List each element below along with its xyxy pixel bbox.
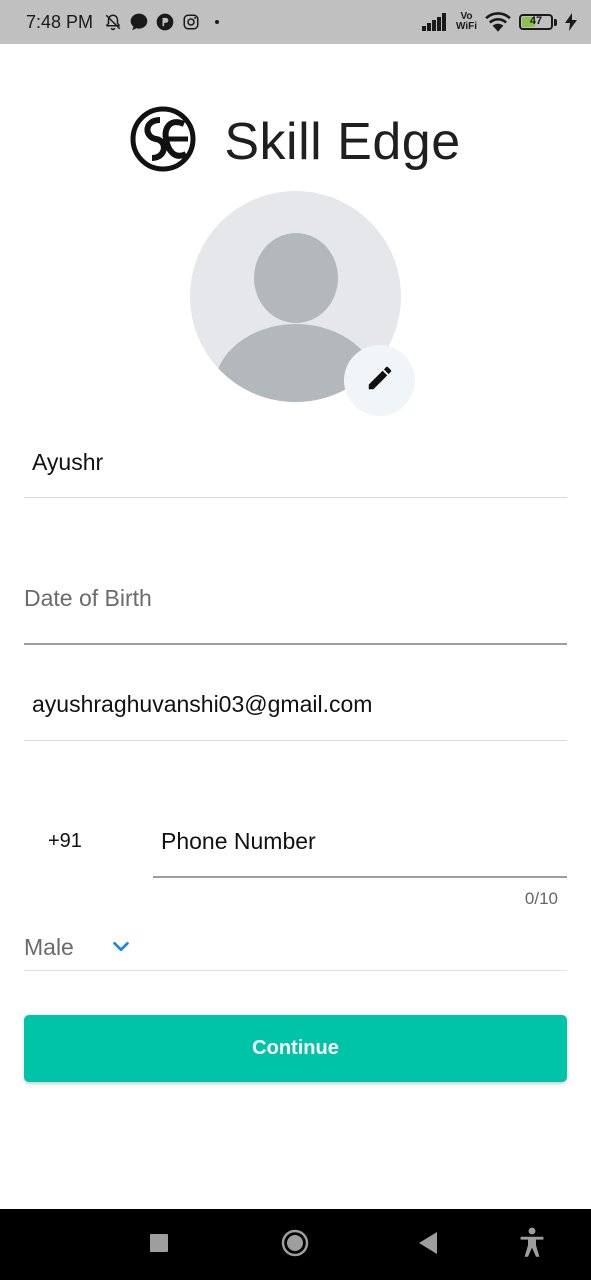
name-value: Ayushr — [32, 449, 104, 475]
back-triangle-icon — [419, 1231, 439, 1259]
chevron-down-icon — [110, 936, 132, 963]
dot-icon — [207, 12, 227, 32]
status-time: 7:48 PM — [26, 11, 94, 32]
phone-underline — [153, 876, 567, 878]
phone-char-counter: 0/10 — [524, 889, 558, 908]
email-value: ayushraghuvanshi03@gmail.com — [32, 691, 373, 717]
battery-indicator: 47 — [519, 14, 557, 30]
edit-avatar-button[interactable] — [344, 345, 415, 416]
gender-dropdown[interactable]: Male — [24, 922, 567, 971]
home-circle-icon — [281, 1229, 309, 1262]
date-of-birth-field[interactable]: Date of Birth — [24, 565, 567, 645]
square-icon — [150, 1233, 168, 1257]
vowifi-indicator: Vo WiFi — [456, 12, 477, 32]
gender-underline — [24, 970, 567, 971]
brand-header: Skill Edge — [0, 106, 591, 177]
charging-bolt-icon — [565, 12, 577, 32]
avatar-head-shape — [254, 233, 338, 323]
wifi-icon — [485, 12, 511, 32]
signal-icon — [421, 12, 448, 32]
name-field[interactable]: Ayushr — [24, 430, 567, 498]
phone-number-field[interactable]: Phone Number — [153, 810, 567, 878]
p-app-icon — [155, 12, 175, 32]
status-bar: 7:48 PM Vo WiFi 47 — [0, 0, 591, 44]
email-field[interactable]: ayushraghuvanshi03@gmail.com — [24, 675, 567, 741]
home-button[interactable] — [279, 1229, 311, 1261]
brand-name: Skill Edge — [224, 112, 461, 171]
accessibility-button[interactable] — [516, 1227, 548, 1264]
gender-selected-value: Male — [24, 934, 74, 960]
battery-icon: 47 — [519, 14, 553, 30]
back-button[interactable] — [413, 1229, 445, 1261]
skill-edge-logo-icon — [130, 106, 196, 177]
name-underline — [24, 497, 567, 498]
instagram-icon — [181, 12, 201, 32]
email-underline — [24, 740, 567, 741]
phone-number-placeholder: Phone Number — [161, 828, 316, 854]
bell-off-icon — [103, 12, 123, 32]
vowifi-bottom: WiFi — [455, 21, 477, 32]
pencil-icon — [365, 363, 395, 398]
date-of-birth-placeholder: Date of Birth — [24, 585, 152, 611]
country-code-selector[interactable]: +91 — [48, 830, 82, 853]
system-nav-bar — [0, 1209, 591, 1280]
continue-button[interactable]: Continue — [24, 1015, 567, 1082]
battery-level: 47 — [529, 15, 543, 27]
recent-apps-button[interactable] — [143, 1229, 175, 1261]
accessibility-icon — [518, 1227, 546, 1264]
chat-bubble-icon — [129, 12, 149, 32]
date-of-birth-underline — [24, 643, 567, 645]
